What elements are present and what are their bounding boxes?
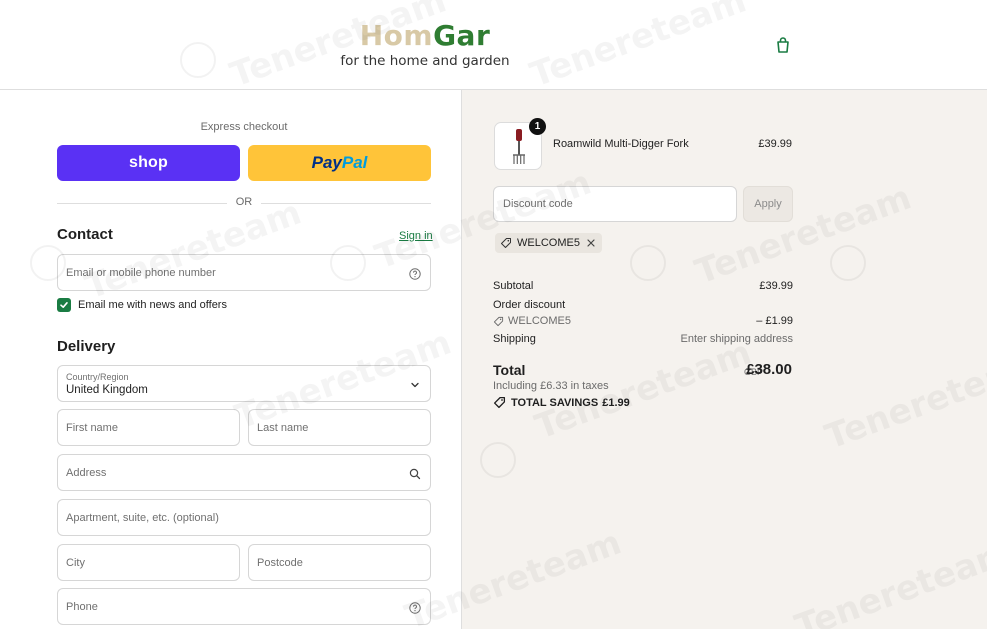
sign-in-link[interactable]: Sign in [399, 230, 433, 242]
paypal-label-part-2: Pal [341, 153, 368, 172]
savings-value: £1.99 [602, 396, 630, 409]
store-logo[interactable]: HomGar for the home and garden [334, 20, 516, 70]
email-field[interactable]: Email or mobile phone number [57, 254, 431, 291]
shopping-bag-icon[interactable] [775, 36, 791, 54]
discount-placeholder: Discount code [503, 198, 573, 210]
country-label: Country/Region [66, 372, 129, 382]
first-name-placeholder: First name [66, 421, 118, 434]
subtotal-label: Subtotal [493, 280, 534, 292]
subtotal-value: £39.99 [759, 280, 793, 292]
last-name-placeholder: Last name [257, 421, 309, 434]
discount-code-row: WELCOME5 – £1.99 [493, 315, 793, 327]
or-label: OR [235, 196, 253, 208]
total-savings: TOTAL SAVINGS £1.99 [493, 396, 630, 409]
first-name-field[interactable]: First name [57, 409, 240, 446]
remove-discount-icon[interactable] [586, 238, 596, 248]
checkmark-icon [60, 302, 68, 308]
address-field[interactable]: Address [57, 454, 431, 491]
newsletter-label: Email me with news and offers [78, 299, 227, 311]
tag-icon [493, 316, 504, 327]
taxes-note: Including £6.33 in taxes [493, 380, 609, 392]
discount-value: – £1.99 [756, 315, 793, 327]
shop-pay-label: shop [128, 154, 169, 171]
email-placeholder: Email or mobile phone number [66, 266, 216, 279]
logo-title: HomGar [334, 20, 516, 52]
header: HomGar for the home and garden [0, 0, 987, 90]
chevron-down-icon [409, 378, 421, 390]
phone-field[interactable]: Phone [57, 588, 431, 625]
applied-code-label: WELCOME5 [517, 237, 580, 249]
savings-tag-icon [493, 396, 506, 409]
subtotal-row: Subtotal £39.99 [493, 280, 793, 292]
apartment-placeholder: Apartment, suite, etc. (optional) [66, 511, 219, 524]
help-circle-icon[interactable] [409, 601, 421, 614]
apply-discount-button[interactable]: Apply [743, 186, 793, 222]
discount-code-input[interactable]: Discount code [493, 186, 737, 222]
shop-pay-button[interactable]: shop [57, 145, 240, 181]
express-checkout-title: Express checkout [200, 121, 288, 133]
shipping-row: Shipping Enter shipping address [493, 333, 793, 345]
paypal-button[interactable]: Pay Pal [248, 145, 431, 181]
product-price: £39.99 [758, 138, 792, 150]
postcode-field[interactable]: Postcode [248, 544, 431, 581]
search-icon[interactable] [409, 467, 421, 479]
order-discount-row: Order discount [493, 299, 793, 311]
city-placeholder: City [66, 556, 85, 569]
paypal-label-part-1: Pay [311, 153, 342, 172]
tag-icon [500, 237, 512, 249]
logo-part-2: Gar [433, 19, 491, 52]
checkout-form-column: Express checkout shop Pay Pal OR Contact … [0, 90, 461, 629]
newsletter-checkbox[interactable] [57, 298, 71, 312]
divider-line-right [261, 203, 431, 204]
product-name: Roamwild Multi-Digger Fork [553, 138, 689, 150]
order-summary: 1 Roamwild Multi-Digger Fork £39.99 Disc… [461, 90, 987, 629]
apartment-field[interactable]: Apartment, suite, etc. (optional) [57, 499, 431, 536]
postcode-placeholder: Postcode [257, 556, 303, 569]
shipping-value: Enter shipping address [680, 333, 793, 345]
city-field[interactable]: City [57, 544, 240, 581]
savings-label: TOTAL SAVINGS [511, 396, 599, 409]
or-divider: OR [57, 196, 431, 210]
country-select[interactable]: Country/Region United Kingdom [57, 365, 431, 402]
logo-part-1: Hom [359, 19, 434, 52]
phone-placeholder: Phone [66, 600, 98, 613]
logo-tagline: for the home and garden [340, 53, 510, 69]
contact-heading: Contact [57, 226, 113, 243]
total-label: Total [493, 362, 526, 378]
total-value: £38.00 [746, 361, 792, 378]
applied-discount-chip: WELCOME5 [495, 233, 602, 253]
last-name-field[interactable]: Last name [248, 409, 431, 446]
help-circle-icon[interactable] [409, 267, 421, 280]
shipping-label: Shipping [493, 333, 536, 345]
delivery-heading: Delivery [57, 338, 116, 355]
country-value: United Kingdom [66, 384, 148, 396]
quantity-badge: 1 [529, 118, 546, 135]
newsletter-option: Email me with news and offers [57, 297, 227, 313]
discount-code-label: WELCOME5 [508, 315, 571, 327]
order-discount-label: Order discount [493, 299, 566, 311]
address-placeholder: Address [66, 466, 107, 479]
